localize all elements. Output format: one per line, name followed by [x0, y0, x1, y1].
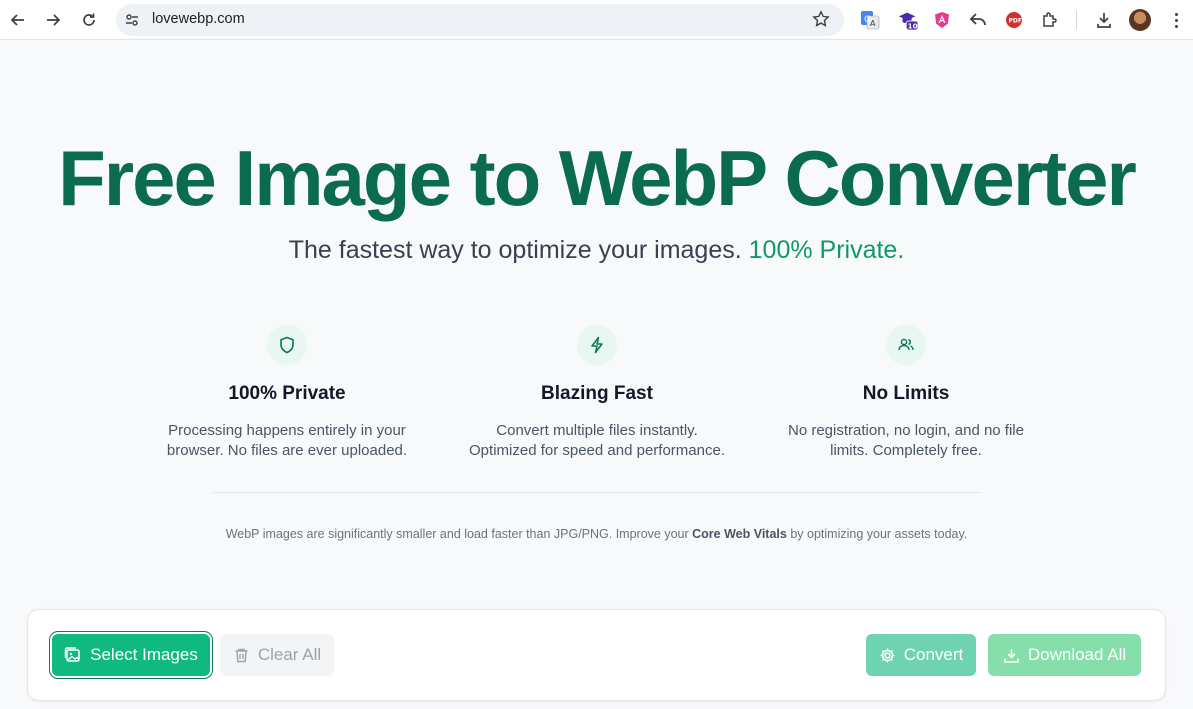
reply-arrow-icon[interactable]	[967, 9, 989, 31]
feature-description: Convert multiple files instantly. Optimi…	[469, 422, 725, 459]
svg-text:A: A	[870, 19, 876, 28]
download-icon	[1004, 648, 1019, 663]
address-bar[interactable]: lovewebp.com	[116, 4, 844, 36]
shield-icon	[267, 325, 307, 365]
note-text: WebP images are significantly smaller an…	[225, 527, 689, 541]
clear-all-label: Clear All	[257, 645, 322, 664]
download-icon[interactable]	[1093, 9, 1115, 31]
feature-fast: Blazing Fast Convert multiple files inst…	[447, 325, 747, 461]
site-settings-icon[interactable]	[124, 12, 140, 28]
note-highlight: Core Web Vitals	[692, 527, 787, 541]
feature-title: No Limits	[862, 383, 950, 404]
forward-button[interactable]	[35, 2, 71, 38]
feature-title: Blazing Fast	[541, 383, 653, 404]
convert-button[interactable]: Convert	[866, 634, 976, 676]
subtitle-text: The fastest way to optimize your images.	[288, 236, 742, 264]
convert-label: Convert	[903, 645, 964, 664]
subtitle-accent: 100% Private.	[748, 236, 905, 264]
trash-icon	[235, 648, 248, 662]
reload-icon	[83, 13, 95, 26]
download-all-label: Download All	[1027, 645, 1127, 664]
action-toolbar: Select Images Clear All Convert Download…	[27, 609, 1166, 701]
browser-toolbar: lovewebp.com GA 10 PDF	[0, 0, 1193, 40]
profile-avatar[interactable]	[1129, 9, 1151, 31]
clear-all-button[interactable]: Clear All	[220, 634, 334, 676]
back-button[interactable]	[0, 2, 36, 38]
toolbar-separator	[1076, 11, 1077, 29]
url-text[interactable]: lovewebp.com	[152, 11, 245, 27]
extensions-puzzle-icon[interactable]	[1039, 9, 1061, 31]
info-note: WebP images are significantly smaller an…	[0, 527, 1193, 541]
note-text-end: by optimizing your assets today.	[790, 527, 968, 541]
select-images-label: Select Images	[90, 645, 198, 664]
arrow-right-icon	[47, 14, 61, 26]
feature-title: 100% Private	[228, 383, 346, 404]
download-all-button[interactable]: Download All	[988, 634, 1141, 676]
translate-extension-icon[interactable]: GA	[859, 9, 881, 31]
feature-no-limits: No Limits No registration, no login, and…	[756, 325, 1056, 461]
svg-text:PDF: PDF	[1009, 18, 1022, 25]
gear-icon	[880, 648, 895, 662]
users-icon	[886, 325, 926, 365]
feature-private: 100% Private Processing happens entirely…	[137, 325, 437, 461]
page-title: Free Image to WebP Converter	[58, 134, 1137, 222]
select-images-button[interactable]: Select Images	[52, 634, 210, 676]
reload-button[interactable]	[71, 2, 107, 38]
lightning-icon	[577, 325, 617, 365]
angular-extension-icon[interactable]	[931, 9, 953, 31]
page-subtitle: The fastest way to optimize your images.…	[0, 236, 1193, 265]
image-icon	[64, 647, 80, 662]
section-divider	[213, 492, 981, 493]
bookmark-star-icon[interactable]	[812, 10, 830, 28]
feature-description: No registration, no login, and no file l…	[788, 422, 1024, 459]
graduation-cap-extension-icon[interactable]: 10	[897, 9, 919, 31]
extension-badge: 10	[908, 21, 918, 30]
arrow-left-icon	[10, 14, 24, 26]
feature-description: Processing happens entirely in your brow…	[166, 422, 408, 459]
pdf-extension-icon[interactable]: PDF	[1003, 9, 1025, 31]
more-menu-icon[interactable]	[1166, 9, 1186, 31]
